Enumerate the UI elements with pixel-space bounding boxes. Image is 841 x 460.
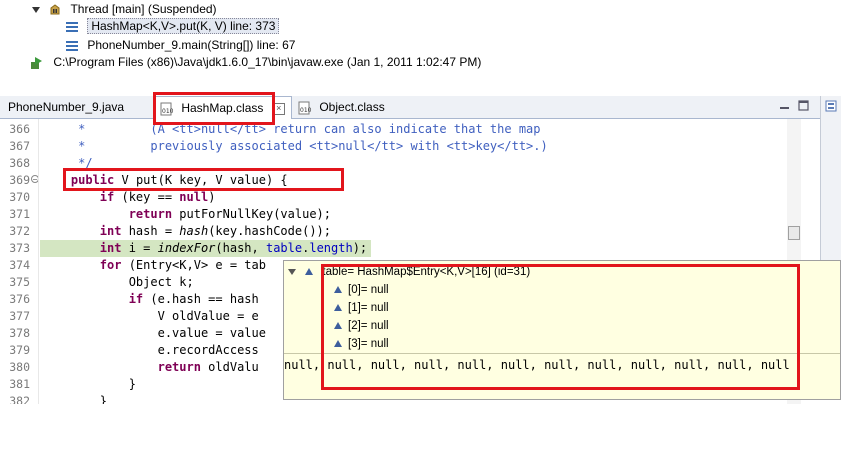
- outline-view-icon[interactable]: [825, 100, 837, 112]
- tab-label: PhoneNumber_9.java: [8, 100, 125, 114]
- side-toolbar: [820, 96, 841, 262]
- annotation-box-tab: [153, 92, 275, 125]
- class-file-icon: 010: [298, 101, 312, 115]
- thread-label: Thread [main] (Suspended): [70, 2, 217, 16]
- annotation-box-method: [63, 168, 344, 191]
- minimize-icon[interactable]: [779, 100, 790, 111]
- maximize-icon[interactable]: [798, 100, 809, 111]
- stack-frame-icon: [66, 21, 78, 32]
- scrollbar-thumb[interactable]: [788, 226, 800, 240]
- annotation-box-popup: [321, 264, 800, 390]
- java-process-icon: [31, 56, 42, 69]
- stack-frame-label: PhoneNumber_9.main(String[]) line: 67: [87, 38, 296, 52]
- thread-row[interactable]: Thread [main] (Suspended): [32, 0, 217, 18]
- line-number-ruler-divider: [38, 119, 39, 404]
- code-line: 371 return putForNullKey(value);: [9, 207, 332, 221]
- field-icon: [305, 268, 314, 276]
- code-line: 370 if (key == null): [9, 190, 216, 204]
- expand-triangle-icon[interactable]: [32, 6, 40, 13]
- tab-object[interactable]: 010 Object.class: [292, 96, 391, 118]
- current-code-line: 373 int i = indexFor(hash, table.length)…: [0, 240, 800, 257]
- code-line: 367 * previously associated <tt>null</tt…: [9, 139, 548, 153]
- stack-frame-row[interactable]: PhoneNumber_9.main(String[]) line: 67: [66, 36, 295, 54]
- code-line: 372 int hash = hash(key.hashCode());: [9, 224, 332, 238]
- process-label: C:\Program Files (x86)\Java\jdk1.6.0_17\…: [53, 55, 482, 69]
- stack-frame-label: HashMap<K,V>.put(K, V) line: 373: [87, 18, 280, 34]
- tab-label: Object.class: [319, 100, 385, 114]
- stack-frame-row[interactable]: HashMap<K,V>.put(K, V) line: 373: [66, 17, 280, 35]
- process-row[interactable]: C:\Program Files (x86)\Java\jdk1.6.0_17\…: [30, 53, 481, 71]
- expand-triangle-icon[interactable]: [288, 268, 296, 275]
- stack-frame-icon: [66, 40, 78, 51]
- thread-suspended-icon: [50, 4, 60, 15]
- code-line: 366 * (A <tt>null</tt> return can also i…: [9, 122, 541, 136]
- tab-phonenumber[interactable]: PhoneNumber_9.java: [2, 96, 130, 118]
- svg-text:010: 010: [300, 107, 312, 114]
